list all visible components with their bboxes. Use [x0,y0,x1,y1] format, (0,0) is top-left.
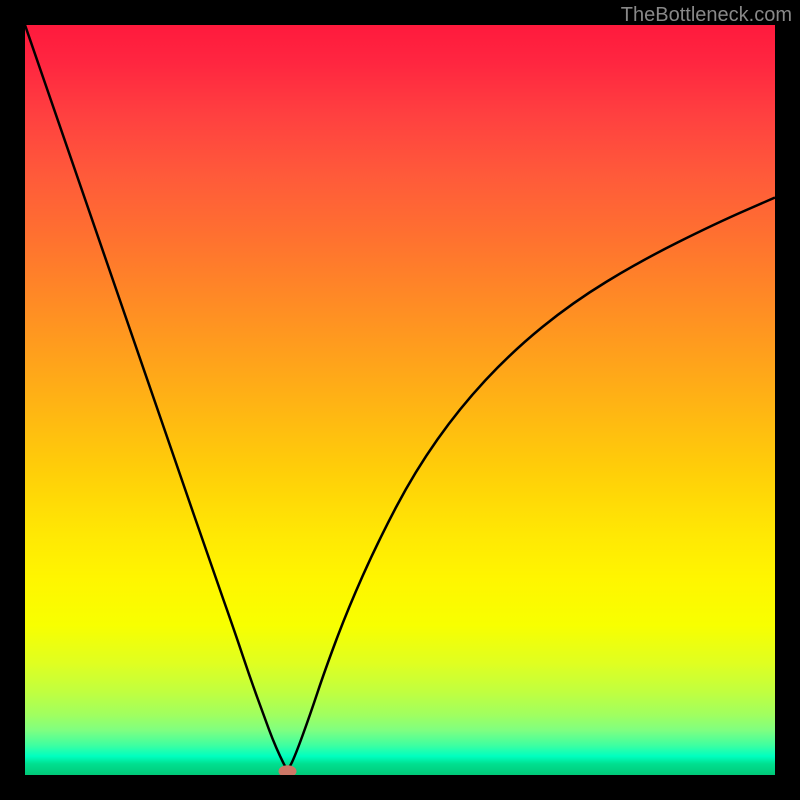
watermark-text: TheBottleneck.com [621,4,792,27]
chart-svg [25,25,775,775]
chart-area [25,25,775,775]
bottleneck-curve [25,25,775,768]
optimal-point-marker [279,765,297,775]
